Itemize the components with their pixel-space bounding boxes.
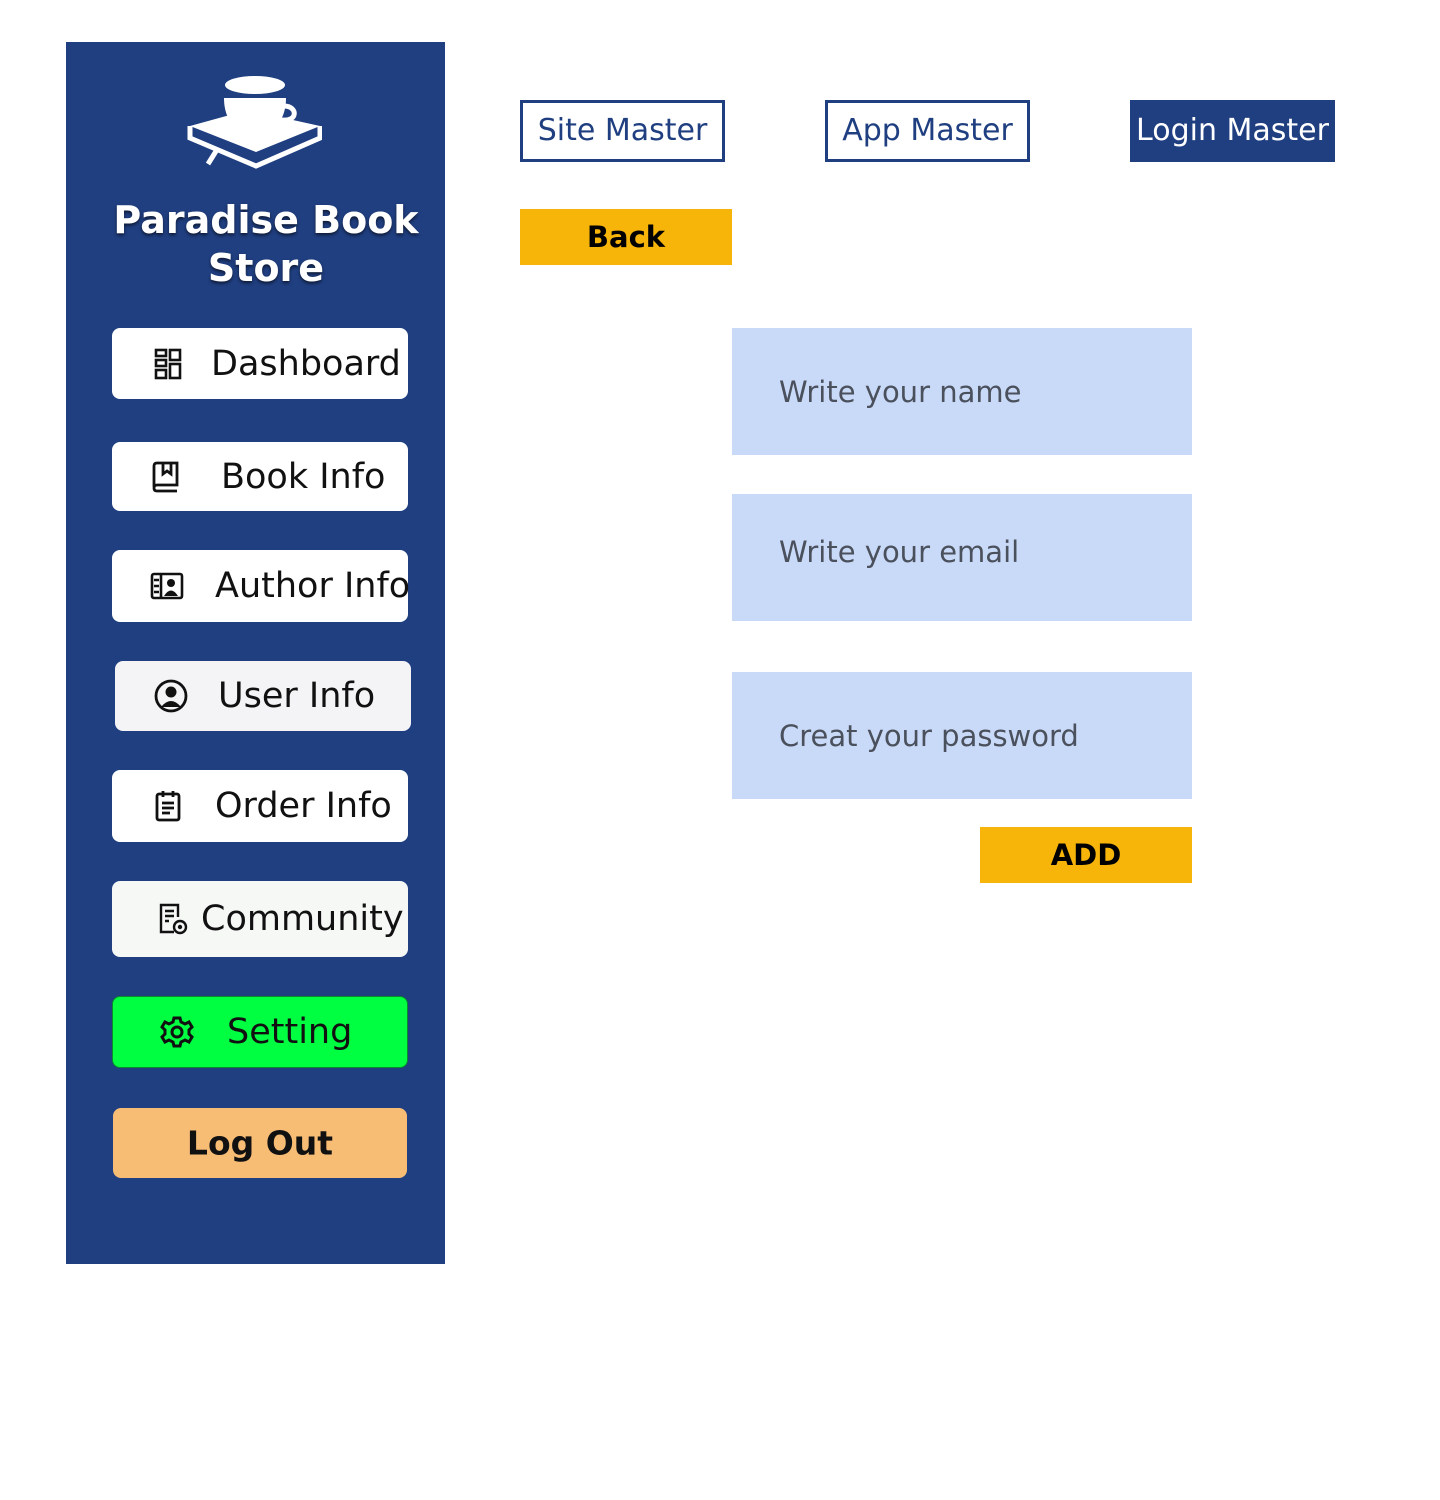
- sidebar-item-dashboard[interactable]: Dashboard: [112, 328, 408, 399]
- sidebar-item-community[interactable]: Community: [112, 881, 408, 957]
- author-card-icon: [150, 569, 184, 603]
- sidebar-item-label: Dashboard: [211, 343, 401, 384]
- password-field[interactable]: [779, 672, 1179, 799]
- tab-site-master[interactable]: Site Master: [520, 100, 725, 162]
- sidebar-item-book-info[interactable]: Book Info: [112, 442, 408, 511]
- user-circle-icon: [154, 679, 188, 713]
- sidebar-item-label: Author Info: [215, 566, 411, 606]
- logout-label: Log Out: [186, 1123, 334, 1163]
- book-icon: [149, 460, 183, 494]
- back-button[interactable]: Back: [520, 209, 732, 265]
- sidebar-item-order-info[interactable]: Order Info: [112, 770, 408, 842]
- sidebar-item-label: Setting: [227, 1012, 353, 1052]
- sidebar-item-label: Order Info: [215, 786, 392, 826]
- store-name: Paradise Book Store: [113, 198, 419, 290]
- sidebar-item-author-info[interactable]: Author Info: [112, 550, 411, 622]
- sidebar-item-label: User Info: [218, 676, 376, 716]
- email-field-box: [732, 494, 1192, 621]
- sidebar-item-label: Community: [201, 899, 404, 939]
- email-field[interactable]: [779, 494, 1179, 609]
- sidebar-item-label: Book Info: [221, 456, 386, 497]
- document-view-icon: [156, 902, 190, 936]
- gear-icon: [160, 1015, 194, 1049]
- book-cup-logo: [186, 74, 323, 172]
- password-field-box: [732, 672, 1192, 799]
- clipboard-icon: [152, 789, 186, 823]
- sidebar-item-setting[interactable]: Setting: [112, 996, 408, 1068]
- tab-login-master[interactable]: Login Master: [1130, 100, 1335, 162]
- name-field-box: [732, 328, 1192, 455]
- add-button[interactable]: ADD: [980, 827, 1192, 883]
- dashboard-icon: [152, 347, 186, 381]
- name-field[interactable]: [779, 328, 1179, 455]
- logout-button[interactable]: Log Out: [113, 1108, 407, 1178]
- tab-app-master[interactable]: App Master: [825, 100, 1030, 162]
- sidebar-item-user-info[interactable]: User Info: [115, 661, 411, 731]
